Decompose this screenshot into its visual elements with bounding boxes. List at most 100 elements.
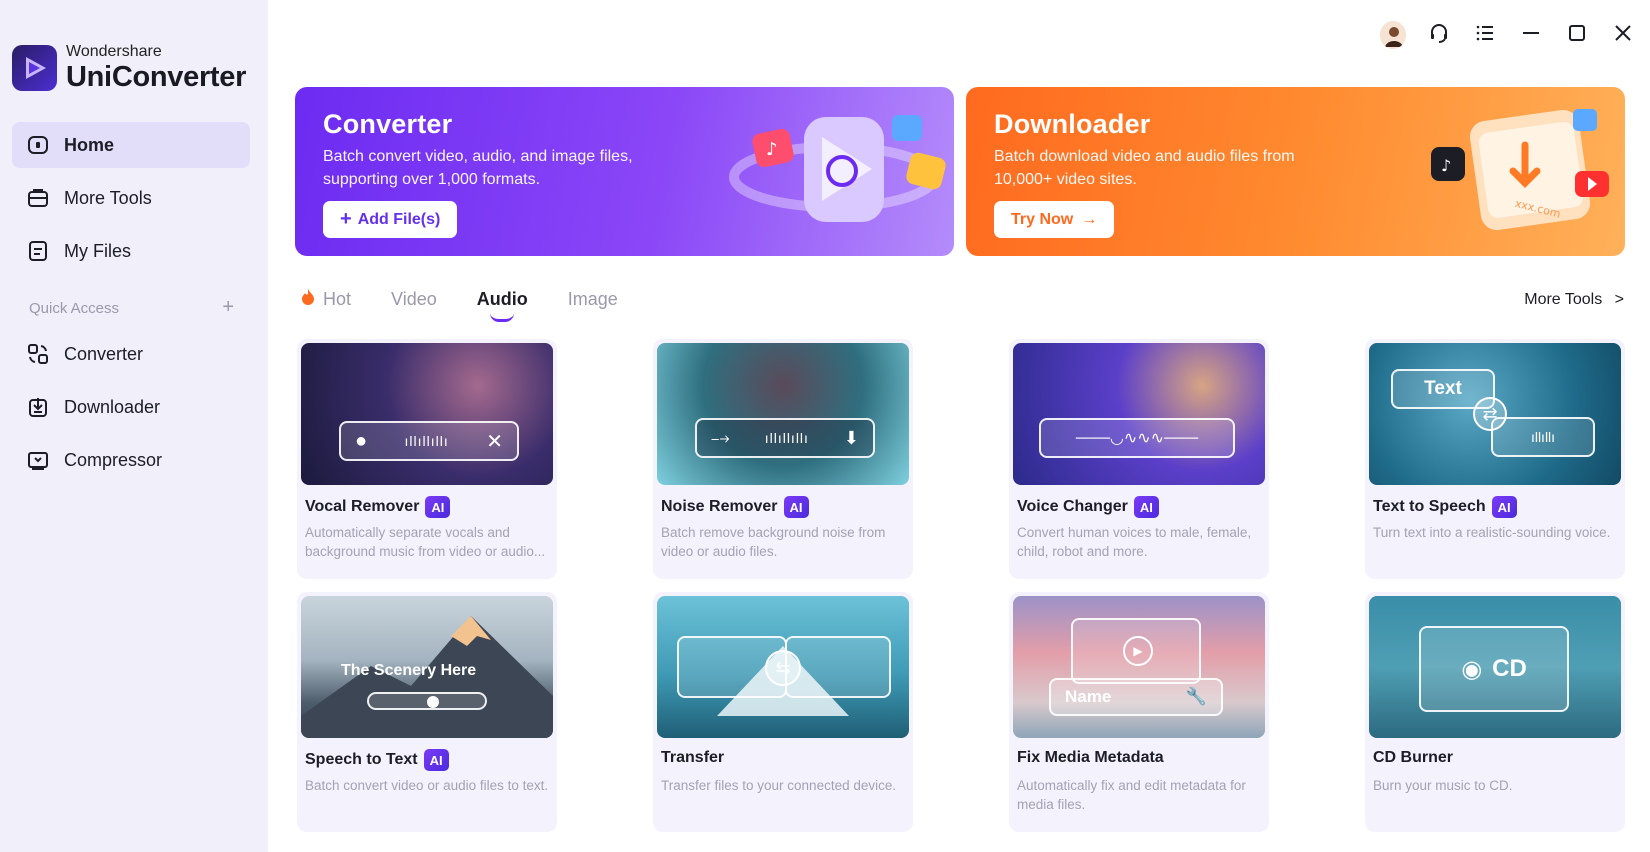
plus-icon: +: [340, 208, 352, 230]
category-tabs: Hot Video Audio Image: [300, 288, 618, 322]
card-description: Convert human voices to male, female, ch…: [1017, 525, 1252, 559]
window-controls: [1380, 21, 1636, 49]
voice-wave-icon: ───◡∿∿∿───: [1075, 430, 1199, 447]
app-logo[interactable]: Wondershare UniConverter: [12, 44, 246, 92]
sidebar-item-label: My Files: [64, 240, 131, 261]
add-files-button[interactable]: + Add File(s): [323, 201, 458, 238]
downloader-icon: [26, 395, 50, 419]
toolbox-icon: [26, 186, 50, 210]
sidebar: Wondershare UniConverter Home More Tools…: [0, 0, 268, 852]
ai-badge: AI: [1133, 496, 1159, 518]
tab-audio[interactable]: Audio: [476, 288, 528, 322]
minimize-button[interactable]: [1518, 22, 1544, 48]
cd-label: CD: [1492, 655, 1527, 682]
compressor-icon: [26, 448, 50, 472]
swap-icon: ⇄: [1473, 397, 1507, 431]
account-button[interactable]: [1380, 21, 1406, 49]
sidebar-item-compressor[interactable]: Compressor: [12, 437, 250, 483]
disc-icon: ◉: [1461, 655, 1483, 683]
ai-badge: AI: [1491, 496, 1517, 518]
chevron-right-icon: >: [1614, 291, 1624, 308]
card-title: Voice Changer: [1017, 498, 1128, 515]
card-title: Vocal Remover: [305, 498, 420, 515]
sidebar-item-downloader[interactable]: Downloader: [12, 384, 250, 430]
close-button[interactable]: [1610, 22, 1636, 48]
try-now-label: Try Now: [1011, 210, 1074, 228]
brand-small: Wondershare: [66, 43, 162, 60]
tool-card-text-to-speech[interactable]: Text ıllıllı ⇄ Text to Speech AI Turn te…: [1365, 339, 1625, 579]
quick-access-header: Quick Access +: [29, 297, 234, 317]
sidebar-item-label: Converter: [64, 343, 144, 364]
tab-label: Image: [567, 289, 618, 309]
support-button[interactable]: [1426, 22, 1452, 48]
card-description: Burn your music to CD.: [1373, 778, 1513, 793]
converter-banner[interactable]: Converter Batch convert video, audio, an…: [295, 87, 954, 256]
uniconverter-logo-icon: [12, 45, 57, 91]
minimize-icon: [1521, 23, 1541, 48]
sidebar-item-converter[interactable]: Converter: [12, 331, 250, 377]
waveform-icon: ıllıllı: [1530, 429, 1556, 445]
text-to-speech-thumbnail: Text ıllıllı ⇄: [1369, 343, 1621, 485]
cd-burner-thumbnail: ◉ CD: [1369, 596, 1621, 738]
svg-text:♪: ♪: [1441, 156, 1451, 175]
tool-card-vocal-remover[interactable]: ● ıllıllıllı ✕ Vocal Remover AI Automati…: [297, 339, 557, 579]
downloader-illustration: xxx.com ♪: [1431, 109, 1609, 231]
wave-left-icon: ⤍: [711, 427, 730, 448]
sidebar-item-label: Compressor: [64, 449, 163, 470]
tool-card-voice-changer[interactable]: ───◡∿∿∿─── Voice Changer AI Convert huma…: [1009, 339, 1269, 579]
tool-card-cd-burner[interactable]: ◉ CD CD Burner Burn your music to CD.: [1365, 592, 1625, 832]
tab-image[interactable]: Image: [568, 288, 618, 311]
menu-icon: [1474, 22, 1496, 49]
noise-remover-thumbnail: ⤍ ıllıllıllı ⬇: [657, 343, 909, 485]
tab-label: Hot: [323, 289, 352, 309]
menu-button[interactable]: [1472, 22, 1498, 48]
card-title: Transfer: [661, 749, 725, 766]
ai-badge: AI: [783, 496, 809, 518]
avatar: [1380, 21, 1406, 49]
transfer-icon: ⇆: [765, 650, 801, 686]
tool-card-transfer[interactable]: ⇆ Transfer Transfer files to your connec…: [653, 592, 913, 832]
converter-icon: [26, 342, 50, 366]
more-tools-link[interactable]: More Tools >: [1524, 291, 1624, 309]
card-title: CD Burner: [1373, 749, 1454, 766]
speech-sample-text: The Scenery Here: [341, 662, 477, 679]
card-title: Noise Remover: [661, 498, 778, 515]
progress-pill: [367, 692, 487, 710]
card-title: Fix Media Metadata: [1017, 749, 1164, 766]
quick-access-label: Quick Access: [29, 300, 120, 317]
speech-to-text-thumbnail: The Scenery Here: [301, 596, 553, 738]
svg-text:♪: ♪: [766, 139, 778, 160]
brand-name: UniConverter: [66, 61, 247, 93]
video-frame: ▶: [1071, 618, 1201, 684]
downloader-banner[interactable]: Downloader Batch download video and audi…: [966, 87, 1625, 256]
waveform-icon: ıllıllıllı: [764, 430, 809, 446]
tab-hot[interactable]: Hot: [300, 288, 351, 311]
sidebar-item-more-tools[interactable]: More Tools: [12, 175, 250, 221]
play-icon: ▶: [1123, 636, 1153, 666]
microphone-icon: ●: [355, 429, 368, 452]
sidebar-item-label: More Tools: [64, 187, 152, 208]
try-now-button[interactable]: Try Now →: [994, 201, 1115, 238]
voice-changer-thumbnail: ───◡∿∿∿───: [1013, 343, 1265, 485]
converter-banner-title: Converter: [323, 109, 453, 139]
vocal-remover-thumbnail: ● ıllıllıllı ✕: [301, 343, 553, 485]
maximize-icon: [1567, 23, 1587, 48]
card-description: Automatically separate vocals and backgr…: [305, 525, 546, 559]
files-icon: [26, 239, 50, 263]
transfer-thumbnail: ⇆: [657, 596, 909, 738]
tab-label: Audio: [476, 289, 528, 309]
sidebar-item-label: Downloader: [64, 396, 161, 417]
sidebar-item-my-files[interactable]: My Files: [12, 228, 250, 274]
tab-video[interactable]: Video: [391, 288, 437, 311]
maximize-button[interactable]: [1564, 22, 1590, 48]
add-quick-access-button[interactable]: +: [222, 297, 234, 317]
tab-label: Video: [391, 289, 437, 309]
card-description: Transfer files to your connected device.: [661, 778, 897, 793]
tool-card-noise-remover[interactable]: ⤍ ıllıllıllı ⬇ Noise Remover AI Batch re…: [653, 339, 913, 579]
home-icon: [26, 133, 50, 157]
sidebar-item-home[interactable]: Home: [12, 122, 250, 168]
tool-card-fix-media-metadata[interactable]: ▶ Name 🔧 Fix Media Metadata Automaticall…: [1009, 592, 1269, 832]
download-icon: ⬇: [843, 427, 859, 448]
fire-icon: [300, 288, 316, 311]
tool-card-speech-to-text[interactable]: The Scenery Here Speech to Text AI Batch…: [297, 592, 557, 832]
